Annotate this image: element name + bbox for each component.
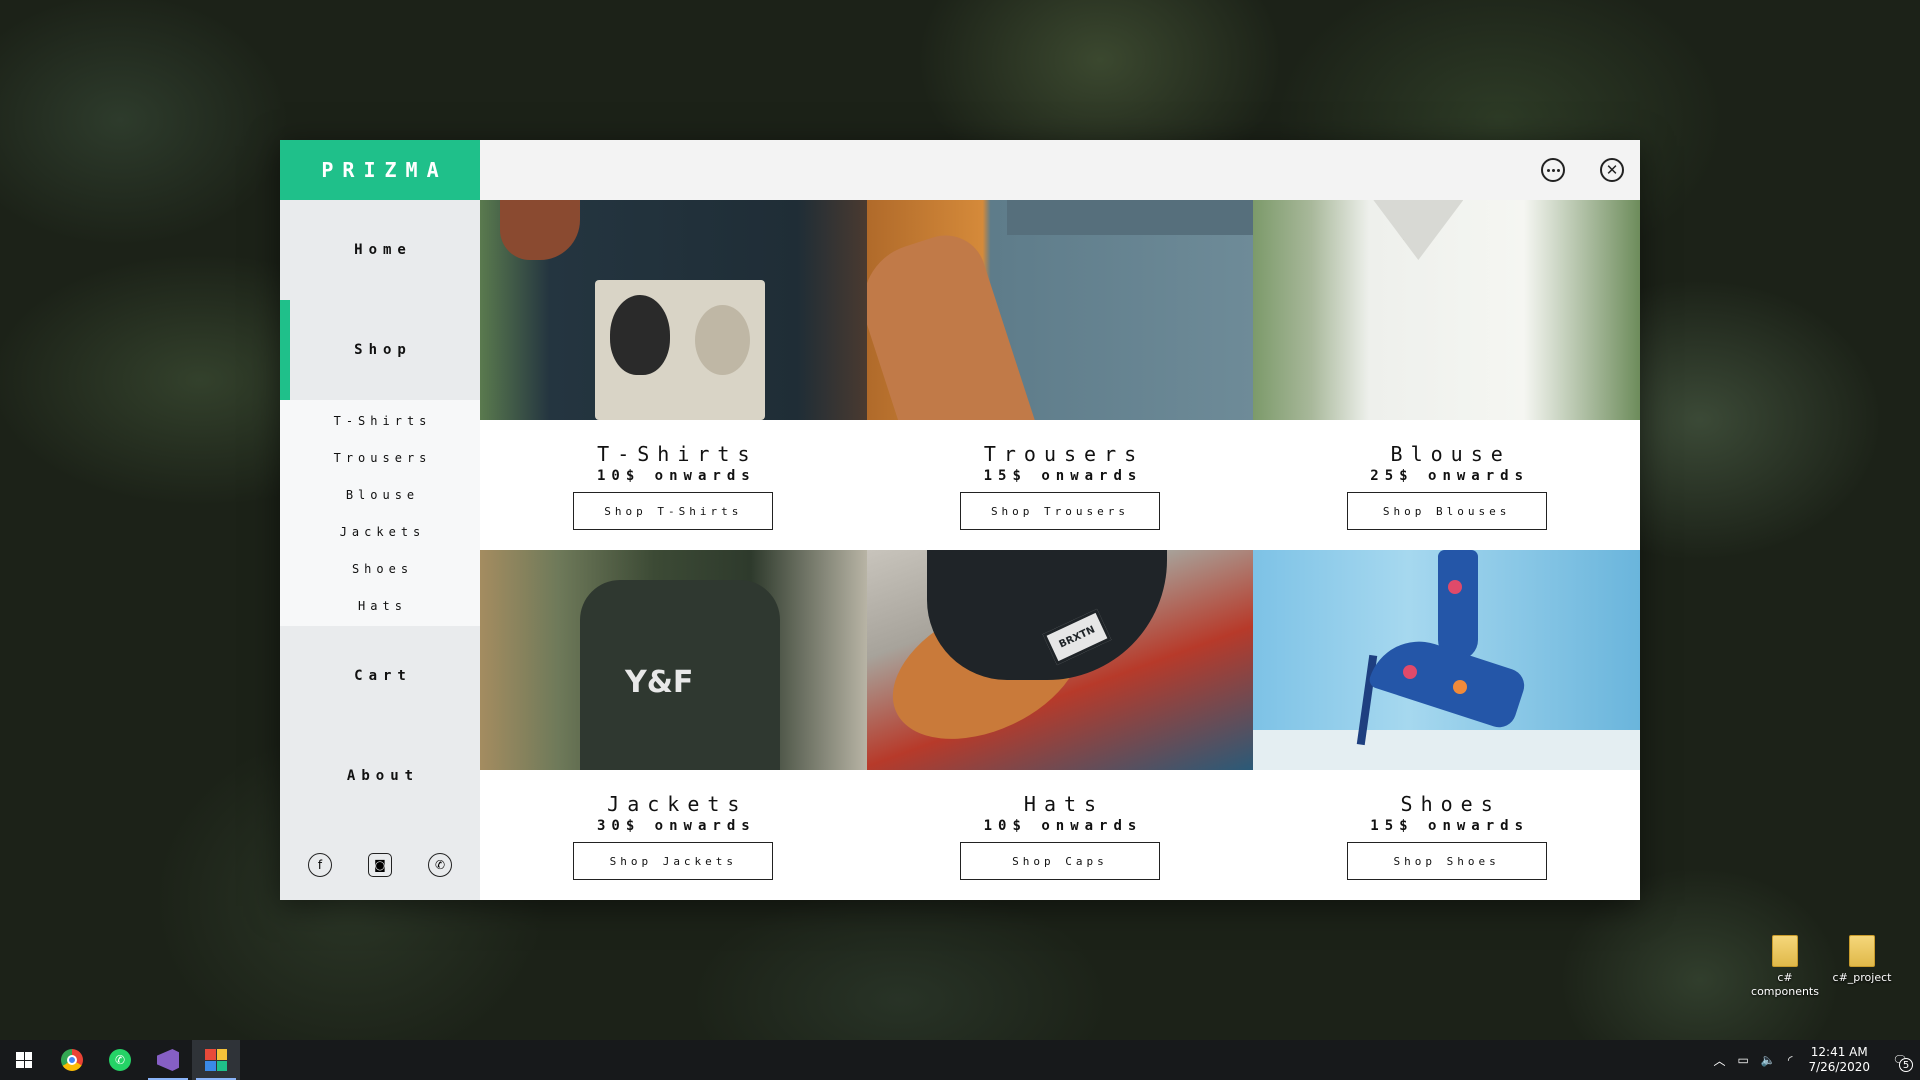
submenu-trousers[interactable]: Trousers — [280, 439, 480, 476]
nav-home[interactable]: Home — [280, 200, 480, 300]
product-grid: T-Shirts 10$ onwards Shop T-Shirts Trous… — [480, 200, 1640, 900]
start-button[interactable] — [0, 1040, 48, 1080]
product-card: Trousers 15$ onwards Shop Trousers — [866, 200, 1254, 550]
clock-time: 12:41 AM — [1810, 1045, 1868, 1059]
close-icon: ✕ — [1605, 160, 1619, 179]
blouse-photo — [1253, 200, 1640, 420]
desktop-icon-project[interactable]: c#_project — [1822, 935, 1902, 985]
clock[interactable]: 12:41 AM 7/26/2020 — [1798, 1045, 1880, 1075]
product-price: 10$ onwards — [983, 818, 1143, 834]
more-options-button[interactable] — [1541, 158, 1565, 182]
submenu-shoes[interactable]: Shoes — [280, 550, 480, 587]
product-price: 25$ onwards — [1370, 468, 1530, 484]
product-card: Y&F Jackets 30$ onwards Shop Jackets — [480, 550, 867, 900]
sidebar: Home Shop T-Shirts Trousers Blouse Jacke… — [280, 200, 480, 900]
whatsapp-icon[interactable]: ✆ — [428, 853, 452, 877]
nav-about[interactable]: About — [280, 726, 480, 826]
clock-date: 7/26/2020 — [1808, 1060, 1870, 1074]
folder-icon — [1772, 935, 1798, 967]
product-title: Trousers — [983, 442, 1145, 466]
product-title: T-Shirts — [597, 442, 758, 466]
brand-logo: PRIZMA — [280, 140, 480, 200]
product-price: 30$ onwards — [596, 818, 756, 834]
taskbar-whatsapp[interactable]: ✆ — [96, 1040, 144, 1080]
submenu-jackets[interactable]: Jackets — [280, 513, 480, 550]
battery-icon[interactable]: ▭ — [1732, 1053, 1755, 1067]
tshirt-photo — [480, 200, 867, 420]
whatsapp-icon: ✆ — [109, 1049, 131, 1071]
facebook-icon[interactable]: f — [308, 853, 332, 877]
product-card: Shoes 15$ onwards Shop Shoes — [1253, 550, 1640, 900]
top-bar: ✕ — [480, 140, 1640, 200]
instagram-icon[interactable]: ◙ — [368, 853, 392, 877]
social-links: f ◙ ✆ — [280, 830, 480, 900]
shop-submenu: T-Shirts Trousers Blouse Jackets Shoes H… — [280, 400, 480, 626]
shop-jackets-button[interactable]: Shop Jackets — [573, 842, 774, 880]
product-card: BRXTN Hats 10$ onwards Shop Caps — [866, 550, 1254, 900]
submenu-tshirts[interactable]: T-Shirts — [280, 402, 480, 439]
action-center-button[interactable]: 🗨 5 — [1880, 1040, 1920, 1080]
trousers-photo — [866, 200, 1254, 420]
desktop-icon-components[interactable]: c# components — [1745, 935, 1825, 999]
notification-count: 5 — [1899, 1058, 1913, 1072]
product-price: 15$ onwards — [1370, 818, 1530, 834]
desktop-icon-label: c# components — [1751, 971, 1819, 998]
jacket-logo: Y&F — [625, 665, 694, 700]
submenu-blouse[interactable]: Blouse — [280, 476, 480, 513]
taskbar-chrome[interactable] — [48, 1040, 96, 1080]
close-button[interactable]: ✕ — [1600, 158, 1624, 182]
product-title: Shoes — [1400, 792, 1501, 816]
windows-icon — [16, 1052, 32, 1068]
folder-icon — [1849, 935, 1875, 967]
taskbar: ✆ ︿ ▭ 🔈 ◜ 12:41 AM 7/26/2020 🗨 5 — [0, 1040, 1920, 1080]
hats-photo: BRXTN — [866, 550, 1254, 770]
shop-tshirts-button[interactable]: Shop T-Shirts — [573, 492, 774, 530]
product-title: Jackets — [607, 792, 748, 816]
taskbar-prizma[interactable] — [192, 1040, 240, 1080]
shop-shoes-button[interactable]: Shop Shoes — [1346, 842, 1547, 880]
product-card: Blouse 25$ onwards Shop Blouses — [1253, 200, 1640, 550]
nav-cart[interactable]: Cart — [280, 626, 480, 726]
product-price: 10$ onwards — [596, 468, 756, 484]
nav-shop[interactable]: Shop — [280, 300, 480, 400]
more-horizontal-icon — [1546, 168, 1560, 172]
product-title: Hats — [1023, 792, 1105, 816]
shoes-photo — [1253, 550, 1640, 770]
product-card: T-Shirts 10$ onwards Shop T-Shirts — [480, 200, 867, 550]
visual-studio-icon — [157, 1049, 179, 1071]
desktop-icon-label: c#_project — [1832, 971, 1892, 984]
product-title: Blouse — [1390, 442, 1511, 466]
volume-icon[interactable]: 🔈 — [1755, 1053, 1782, 1067]
shop-trousers-button[interactable]: Shop Trousers — [959, 492, 1160, 530]
product-price: 15$ onwards — [983, 468, 1143, 484]
prizma-window: PRIZMA ✕ Home Shop T-Shirts Trousers Blo… — [280, 140, 1640, 900]
chrome-icon — [61, 1049, 83, 1071]
submenu-hats[interactable]: Hats — [280, 587, 480, 624]
shop-caps-button[interactable]: Shop Caps — [959, 842, 1160, 880]
jackets-photo: Y&F — [480, 550, 867, 770]
prizma-app-icon — [205, 1049, 227, 1071]
chevron-up-icon[interactable]: ︿ — [1708, 1052, 1732, 1069]
taskbar-visual-studio[interactable] — [144, 1040, 192, 1080]
wifi-icon[interactable]: ◜ — [1782, 1053, 1799, 1067]
system-tray: ︿ ▭ 🔈 ◜ 12:41 AM 7/26/2020 🗨 5 — [1708, 1040, 1920, 1080]
shop-blouses-button[interactable]: Shop Blouses — [1346, 492, 1547, 530]
